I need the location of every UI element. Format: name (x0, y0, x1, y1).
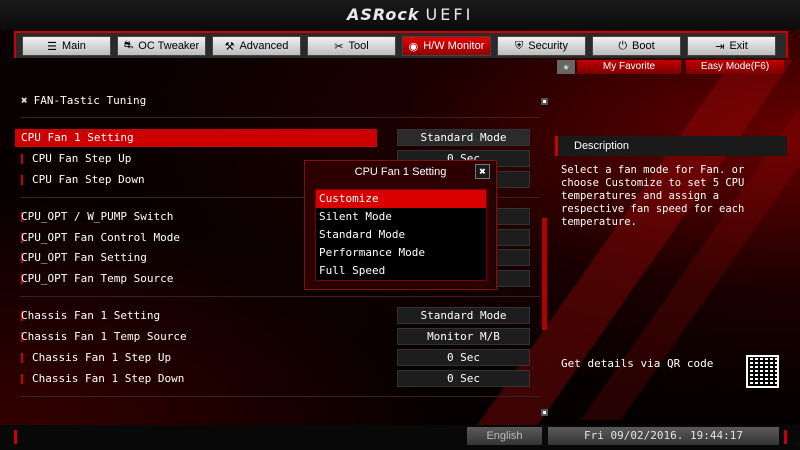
setting-label: CPU_OPT / W_PUMP Switch (21, 210, 174, 223)
tab-main[interactable]: ☰ Main (22, 36, 111, 56)
setting-label: CPU Fan 1 Setting (21, 131, 134, 144)
tab-label: Security (528, 40, 568, 52)
row-marker (21, 353, 23, 363)
main-tab-bar: ☰ Main ⛐ OC Tweaker ⚒ Advanced ✂ Tool ◉ H/W M… (14, 31, 788, 58)
divider (20, 396, 540, 397)
wrench-icon: ✖ (21, 94, 28, 107)
popup-option-list: Customize Silent Mode Standard Mode Perf… (315, 189, 487, 281)
description-panel: Description Select a fan mode for Fan. o… (555, 136, 787, 229)
tab-label: Boot (632, 40, 655, 52)
option-customize[interactable]: Customize (316, 190, 486, 208)
row-marker (21, 154, 23, 164)
section-title: ✖ FAN-Tastic Tuning (21, 94, 146, 107)
divider (20, 296, 540, 297)
wrench-icon: ✂ (334, 40, 344, 53)
scroll-down-icon[interactable] (541, 409, 548, 416)
tab-label: Tool (348, 40, 369, 52)
exit-icon: ⇥ (715, 40, 725, 53)
setting-label: CPU Fan Step Down (32, 173, 145, 186)
corner-marker (784, 430, 787, 444)
popup-title: CPU Fan 1 Setting (354, 166, 447, 178)
tab-label: Advanced (239, 40, 289, 52)
setting-label: CPU_OPT Fan Temp Source (21, 272, 174, 285)
setting-label: Chassis Fan 1 Step Up (32, 351, 172, 364)
shield-icon: ⛨ (515, 39, 524, 52)
setting-label: CPU Fan Step Up (32, 152, 132, 165)
power-icon: ⏻ (618, 39, 628, 52)
setting-value[interactable]: Standard Mode (397, 307, 530, 324)
tab-exit[interactable]: ⇥ Exit (687, 36, 776, 56)
setting-value[interactable]: 0 Sec (397, 370, 530, 387)
setting-label: Chassis Fan 1 Step Down (32, 372, 185, 385)
tab-label: Main (62, 40, 86, 52)
setting-value[interactable]: 0 Sec (397, 349, 530, 366)
tab-oc-tweaker[interactable]: ⛐ OC Tweaker (117, 36, 206, 56)
tab-advanced[interactable]: ⚒ Advanced (212, 36, 301, 56)
option-full-speed[interactable]: Full Speed (316, 262, 486, 280)
language-button[interactable]: English (467, 427, 542, 445)
my-favorite-button[interactable]: My Favorite (577, 60, 681, 74)
qr-label: Get details via QR code (561, 357, 714, 370)
setting-value[interactable]: Monitor M/B (397, 328, 530, 345)
monitor-icon: ◉ (408, 40, 419, 53)
close-icon[interactable]: ✖ (475, 164, 490, 179)
corner-marker (14, 430, 17, 444)
tab-label: OC Tweaker (138, 40, 200, 52)
tab-label: Exit (729, 40, 748, 52)
setting-value[interactable]: Standard Mode (397, 129, 530, 146)
easy-mode-button[interactable]: Easy Mode(F6) (686, 60, 784, 74)
description-title: Description (555, 136, 787, 156)
tab-tool[interactable]: ✂ Tool (307, 36, 396, 56)
description-text: Select a fan mode for Fan. or choose Cus… (561, 164, 745, 228)
tools-icon: ⚒ (224, 40, 235, 53)
tab-label: H/W Monitor (423, 40, 485, 52)
setting-label: CPU_OPT Fan Control Mode (21, 231, 180, 244)
qr-code-icon[interactable] (746, 355, 779, 388)
scrollbar-thumb[interactable] (542, 218, 547, 330)
brand-bar: ASRock UEFI (0, 0, 800, 30)
scroll-up-icon[interactable] (541, 98, 548, 105)
star-icon[interactable]: ★ (557, 60, 575, 74)
fan-setting-popup: CPU Fan 1 Setting ✖ Customize Silent Mod… (304, 160, 497, 290)
scrollbar[interactable] (541, 98, 548, 416)
tab-security[interactable]: ⛨ Security (497, 36, 586, 56)
tab-hw-monitor[interactable]: ◉ H/W Monitor (402, 36, 491, 56)
row-marker (21, 175, 23, 185)
option-performance-mode[interactable]: Performance Mode (316, 244, 486, 262)
setting-cpu-fan1[interactable]: CPU Fan 1 Setting (15, 129, 377, 147)
datetime-display: Fri 09/02/2016. 19:44:17 (548, 427, 779, 445)
list-icon: ☰ (47, 40, 58, 53)
row-marker (21, 374, 23, 384)
setting-label: CPU_OPT Fan Setting (21, 251, 147, 264)
setting-label: Chassis Fan 1 Setting (21, 309, 161, 322)
gauge-icon: ⛐ (123, 39, 134, 51)
option-silent-mode[interactable]: Silent Mode (316, 208, 486, 226)
asrock-logo: ASRock UEFI (347, 5, 474, 24)
option-standard-mode[interactable]: Standard Mode (316, 226, 486, 244)
setting-label: Chassis Fan 1 Temp Source (21, 330, 187, 343)
divider (20, 117, 540, 118)
section-title-text: FAN-Tastic Tuning (33, 94, 147, 107)
tab-boot[interactable]: ⏻ Boot (592, 36, 681, 56)
